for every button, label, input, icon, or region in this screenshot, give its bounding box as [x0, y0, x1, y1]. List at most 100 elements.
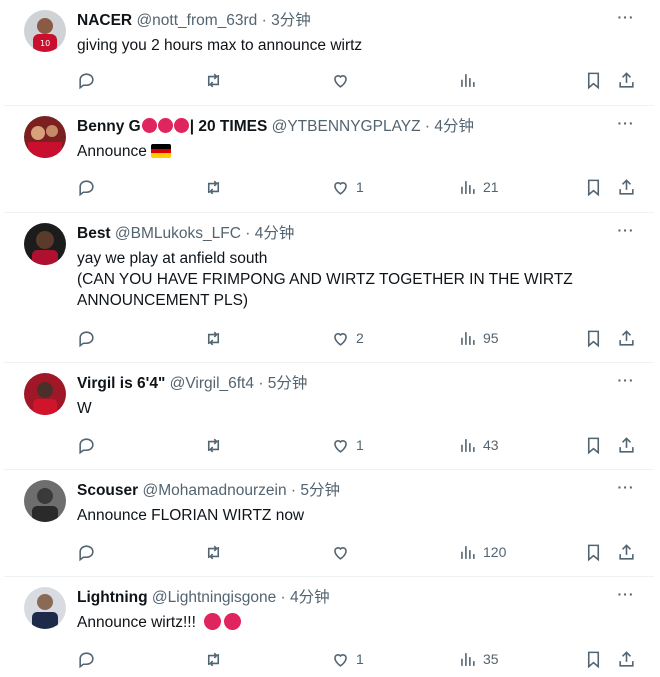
- retweet-button[interactable]: [204, 540, 223, 564]
- like-button[interactable]: [331, 540, 356, 564]
- retweet-button[interactable]: [204, 433, 223, 457]
- views-button[interactable]: 95: [458, 326, 499, 350]
- avatar[interactable]: [24, 587, 66, 629]
- display-name-suffix: | 20 TIMES: [189, 118, 268, 135]
- tweet-actions: 1 43: [77, 433, 643, 457]
- heart-icon: [334, 74, 347, 88]
- tweet[interactable]: Scouser @Mohamadnourzein · 5分钟 ··· Annou…: [4, 470, 654, 577]
- display-name[interactable]: Virgil is 6'4": [77, 375, 165, 392]
- retweet-button[interactable]: [204, 326, 223, 350]
- tweet-text-line: ANNOUNCEMENT PLS): [77, 292, 249, 309]
- more-options-icon[interactable]: ···: [614, 371, 638, 395]
- views-chart-icon: [461, 652, 475, 666]
- tweet[interactable]: Lightning @Lightningisgone · 4分钟 ··· Ann…: [4, 577, 654, 677]
- user-handle[interactable]: @nott_from_63rd: [136, 12, 257, 29]
- timestamp[interactable]: 5分钟: [300, 482, 340, 499]
- user-handle[interactable]: @Mohamadnourzein: [142, 482, 286, 499]
- display-name[interactable]: Benny G | 20 TIMES: [77, 118, 267, 135]
- views-button[interactable]: 21: [458, 175, 499, 199]
- timestamp[interactable]: 4分钟: [290, 589, 330, 606]
- bookmark-icon: [587, 544, 600, 561]
- tweet-header: Lightning @Lightningisgone · 4分钟: [77, 587, 330, 609]
- red-circle-emoji: [173, 118, 189, 133]
- bookmark-button[interactable]: [584, 175, 603, 199]
- retweet-button[interactable]: [204, 175, 223, 199]
- like-button[interactable]: 1: [331, 433, 364, 457]
- timestamp[interactable]: 3分钟: [271, 12, 311, 29]
- reply-button[interactable]: [77, 175, 96, 199]
- timestamp[interactable]: 5分钟: [268, 375, 308, 392]
- share-button[interactable]: [617, 540, 636, 564]
- views-chart-icon: [461, 331, 475, 345]
- more-options-icon[interactable]: ···: [614, 585, 638, 609]
- tweet-text: Announce: [77, 143, 147, 160]
- views-chart-icon: [461, 73, 475, 87]
- like-button[interactable]: [331, 68, 356, 92]
- display-name[interactable]: Scouser: [77, 482, 138, 499]
- retweet-button[interactable]: [204, 647, 223, 671]
- share-button[interactable]: [617, 433, 636, 457]
- user-handle[interactable]: @Virgil_6ft4: [170, 375, 254, 392]
- views-button[interactable]: [458, 68, 483, 92]
- tweet-header: NACER @nott_from_63rd · 3分钟: [77, 10, 311, 32]
- share-button[interactable]: [617, 326, 636, 350]
- retweet-button[interactable]: [204, 68, 223, 92]
- heart-icon: [334, 653, 347, 667]
- display-name[interactable]: NACER: [77, 12, 132, 29]
- avatar[interactable]: [24, 480, 66, 522]
- tweet[interactable]: Best @BMLukoks_LFC · 4分钟 ··· yay we play…: [4, 213, 654, 363]
- bookmark-button[interactable]: [584, 647, 603, 671]
- bookmark-button[interactable]: [584, 68, 603, 92]
- tweet-text: W: [77, 400, 92, 417]
- reply-icon: [79, 330, 94, 347]
- reply-icon: [79, 179, 94, 196]
- tweet[interactable]: 10 NACER @nott_from_63rd · 3分钟 ··· givin…: [4, 0, 654, 106]
- bookmark-button[interactable]: [584, 433, 603, 457]
- reply-button[interactable]: [77, 433, 96, 457]
- views-button[interactable]: 35: [458, 647, 499, 671]
- views-button[interactable]: 120: [458, 540, 506, 564]
- avatar[interactable]: [24, 373, 66, 415]
- user-handle[interactable]: @Lightningisgone: [152, 589, 276, 606]
- like-button[interactable]: 1: [331, 175, 364, 199]
- views-button[interactable]: 43: [458, 433, 499, 457]
- reply-button[interactable]: [77, 326, 96, 350]
- svg-text:10: 10: [40, 39, 50, 48]
- avatar[interactable]: 10: [24, 10, 66, 52]
- tweet-actions: 2 95: [77, 326, 643, 350]
- more-options-icon[interactable]: ···: [614, 8, 638, 32]
- red-circle-emoji: [157, 118, 173, 133]
- bookmark-icon: [587, 72, 600, 89]
- separator-dot: ·: [290, 482, 297, 499]
- reply-button[interactable]: [77, 647, 96, 671]
- bookmark-button[interactable]: [584, 540, 603, 564]
- reply-button[interactable]: [77, 68, 96, 92]
- like-button[interactable]: 2: [331, 326, 364, 350]
- like-count: 1: [356, 437, 364, 453]
- more-options-icon[interactable]: ···: [614, 478, 638, 502]
- bookmark-button[interactable]: [584, 326, 603, 350]
- avatar[interactable]: [24, 223, 66, 265]
- display-name[interactable]: Lightning: [77, 589, 148, 606]
- share-icon: [619, 650, 634, 667]
- share-button[interactable]: [617, 175, 636, 199]
- user-handle[interactable]: @BMLukoks_LFC: [115, 225, 241, 242]
- timestamp[interactable]: 4分钟: [434, 118, 474, 135]
- tweet[interactable]: Benny G | 20 TIMES @YTBENNYGPLAYZ · 4分钟 ·…: [4, 106, 654, 213]
- avatar[interactable]: [24, 116, 66, 158]
- share-button[interactable]: [617, 68, 636, 92]
- reply-button[interactable]: [77, 540, 96, 564]
- retweet-icon: [207, 180, 220, 194]
- share-button[interactable]: [617, 647, 636, 671]
- display-name[interactable]: Best: [77, 225, 111, 242]
- more-options-icon[interactable]: ···: [614, 114, 638, 138]
- user-handle[interactable]: @YTBENNYGPLAYZ: [272, 118, 421, 135]
- heart-icon: [334, 439, 347, 453]
- timestamp[interactable]: 4分钟: [255, 225, 295, 242]
- reply-icon: [79, 651, 94, 668]
- like-button[interactable]: 1: [331, 647, 364, 671]
- tweet[interactable]: Virgil is 6'4" @Virgil_6ft4 · 5分钟 ··· W …: [4, 363, 654, 470]
- view-count: 35: [483, 651, 499, 667]
- more-options-icon[interactable]: ···: [614, 221, 638, 245]
- like-count: 1: [356, 179, 364, 195]
